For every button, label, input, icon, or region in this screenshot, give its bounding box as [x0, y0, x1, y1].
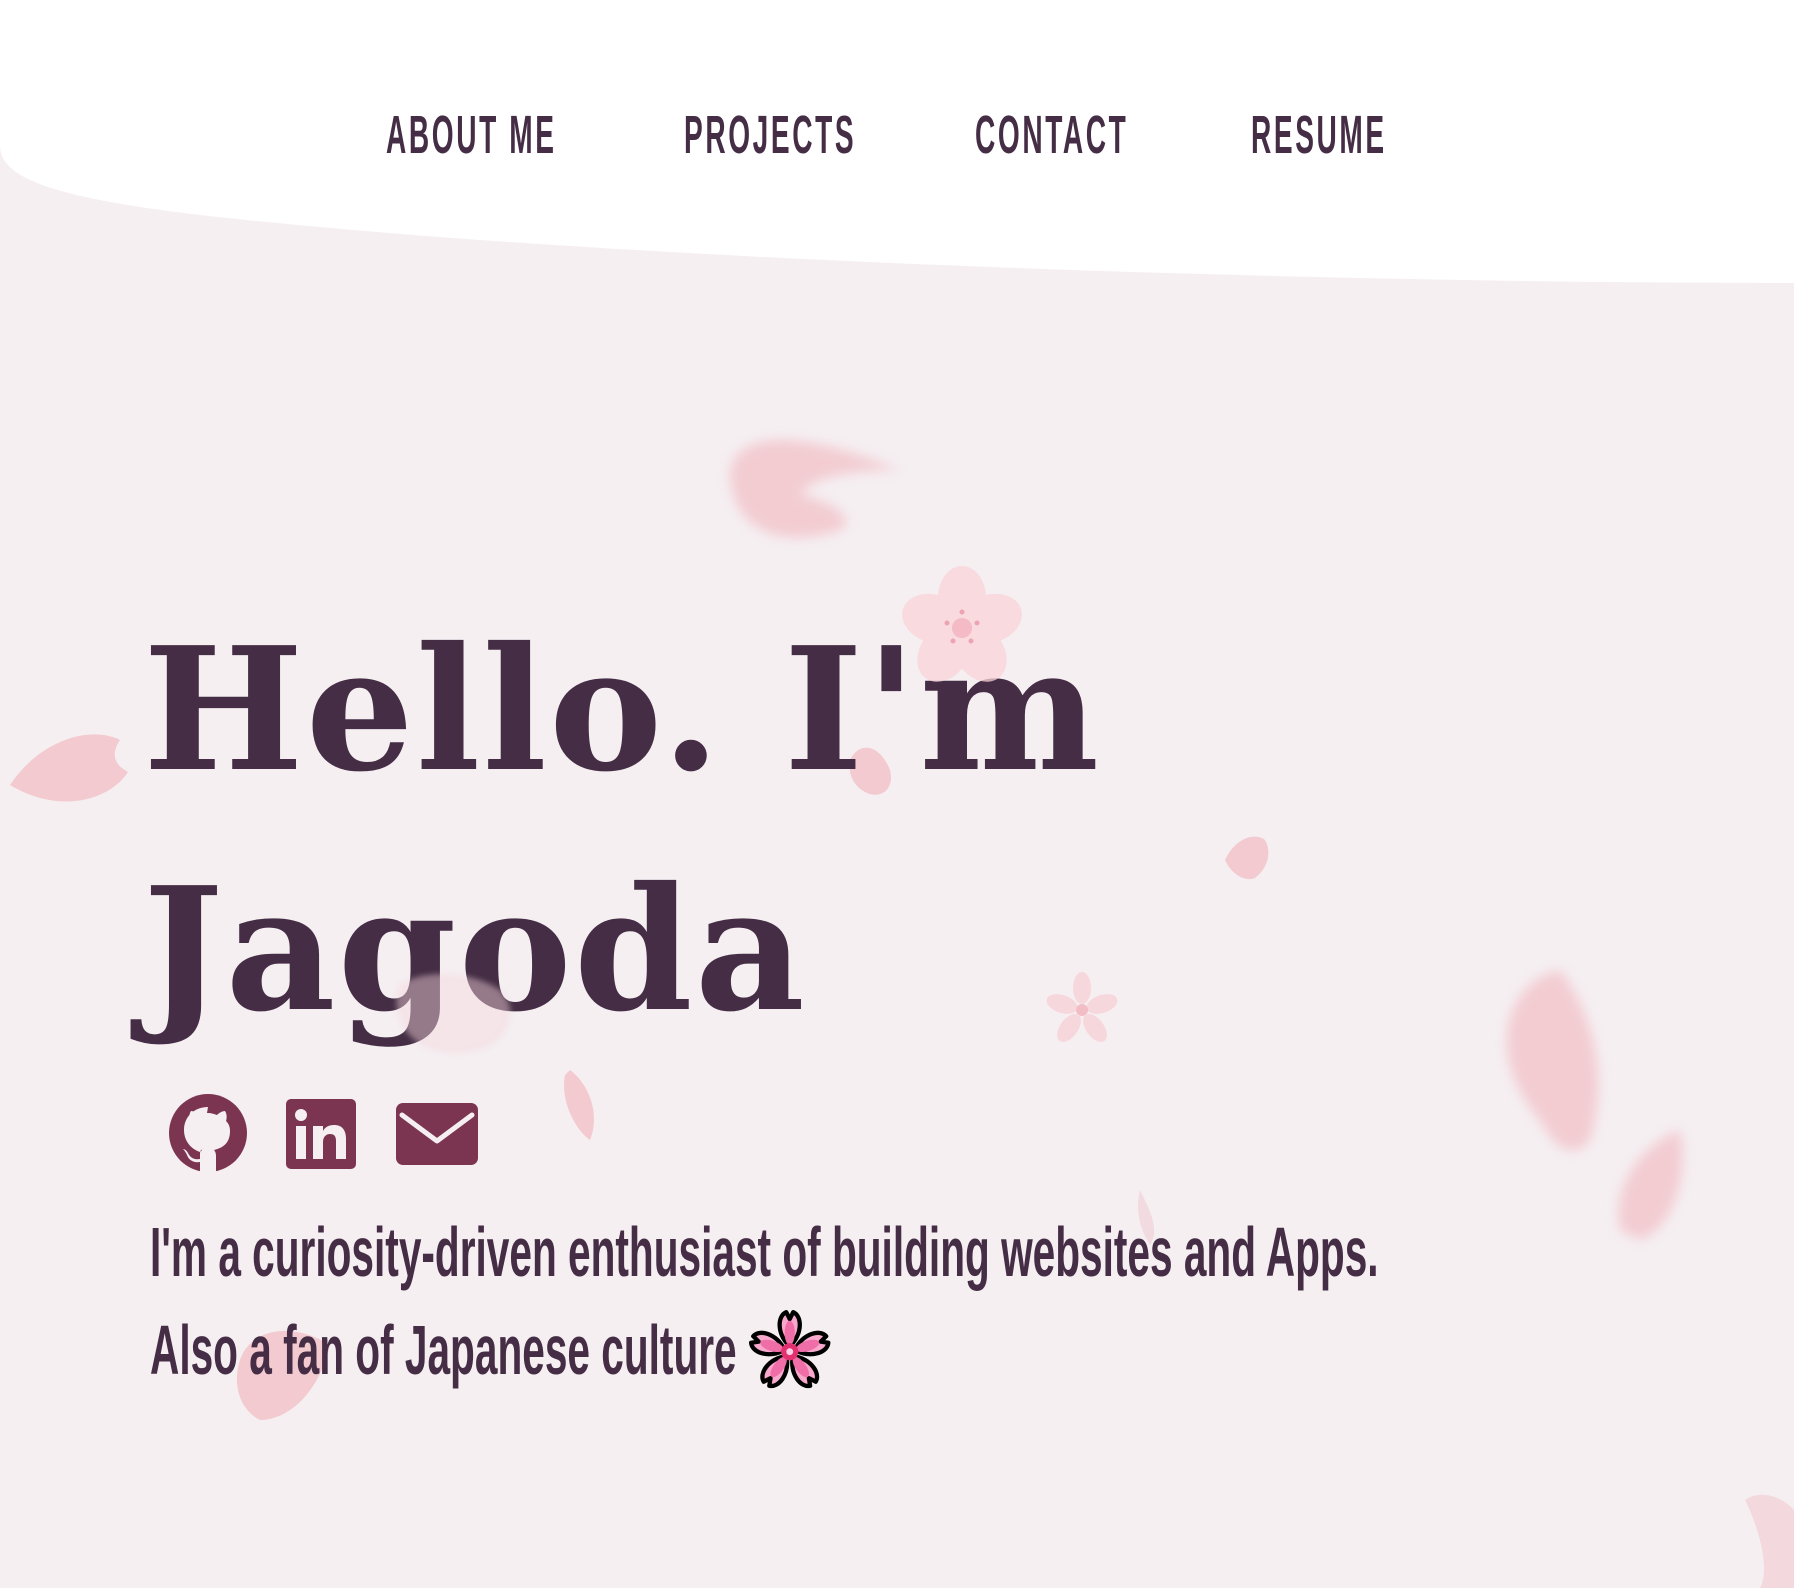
petal-left: [10, 734, 128, 802]
petal-thin: [564, 1070, 594, 1140]
petal-right-large: [1506, 970, 1599, 1151]
linkedin-icon: [286, 1099, 356, 1169]
github-icon: [169, 1094, 247, 1172]
petal-mid-small: [1225, 836, 1269, 880]
nav-link-projects[interactable]: PROJECTS: [684, 95, 856, 175]
hero-heading-line-1: Hello. I'm: [143, 610, 1102, 810]
petal-large-top: [730, 440, 900, 538]
intro-line-2: Also a fan of Japanese culture: [150, 1301, 1136, 1399]
hero-heading-line-2: Jagoda: [143, 850, 807, 1050]
email-icon: [396, 1103, 478, 1165]
nav-link-contact[interactable]: CONTACT: [975, 95, 1128, 175]
intro-line-1: I'm a curiosity-driven enthusiast of bui…: [150, 1213, 1379, 1291]
nav-link-resume[interactable]: RESUME: [1251, 95, 1387, 175]
top-navigation: ABOUT ME PROJECTS CONTACT RESUME: [0, 95, 1794, 175]
intro-text: I'm a curiosity-driven enthusiast of bui…: [150, 1203, 1794, 1399]
intro-line-2-text: Also a fan of Japanese culture: [150, 1311, 737, 1389]
cherry-blossom-icon: [747, 1307, 833, 1393]
petal-bottom-right: [1745, 1494, 1794, 1588]
hero-heading: Hello. I'm Jagoda: [143, 590, 1101, 1070]
github-link[interactable]: [168, 1093, 248, 1173]
email-link[interactable]: [396, 1103, 478, 1165]
nav-link-about-me[interactable]: ABOUT ME: [386, 95, 557, 175]
linkedin-link[interactable]: [286, 1099, 356, 1169]
